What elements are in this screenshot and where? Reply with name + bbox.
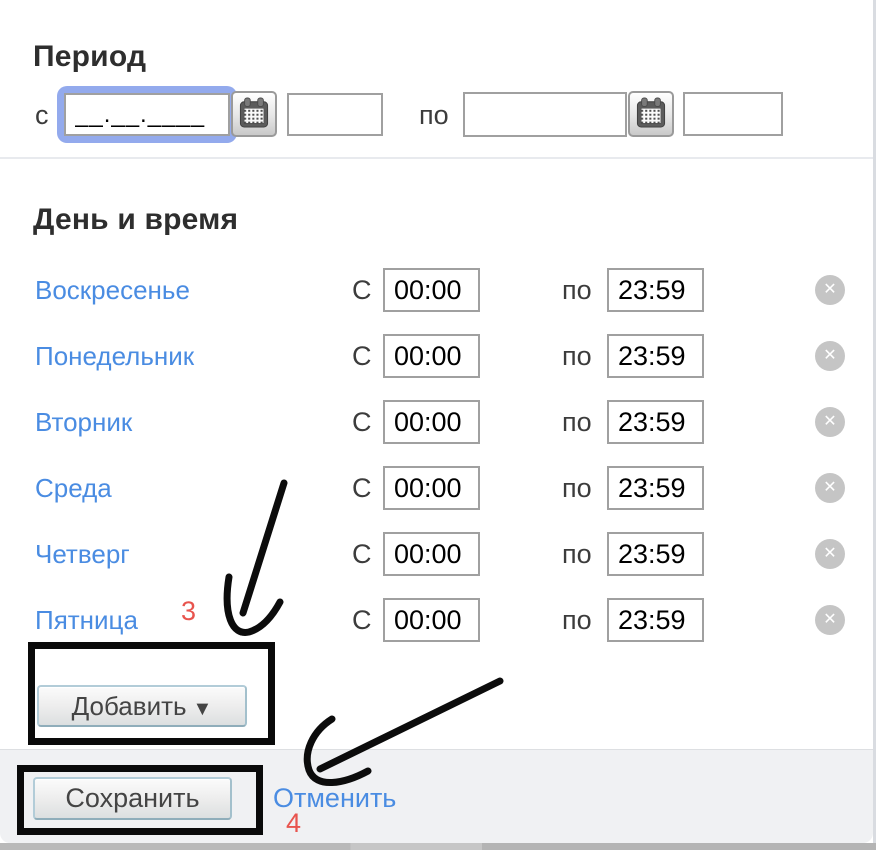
add-button-label: Добавить — [72, 691, 187, 721]
row-to-label: по — [562, 400, 592, 444]
period-section-title: Период — [33, 40, 146, 74]
day-time-from-input[interactable] — [383, 532, 480, 576]
day-row-friday: Пятница С по ✕ — [0, 598, 876, 642]
annotation-step-4: 4 — [286, 808, 301, 839]
day-link[interactable]: Вторник — [35, 400, 132, 444]
day-link[interactable]: Воскресенье — [35, 268, 190, 312]
delete-day-button[interactable]: ✕ — [815, 341, 845, 371]
close-icon: ✕ — [823, 413, 836, 430]
section-divider — [0, 157, 876, 159]
day-time-from-input[interactable] — [383, 334, 480, 378]
row-from-label: С — [352, 598, 372, 642]
calendar-icon — [239, 97, 269, 132]
day-row-monday: Понедельник С по ✕ — [0, 334, 876, 378]
row-to-label: по — [562, 334, 592, 378]
day-time-to-input[interactable] — [607, 532, 704, 576]
row-from-label: С — [352, 400, 372, 444]
save-button[interactable]: Сохранить — [33, 777, 232, 820]
delete-day-button[interactable]: ✕ — [815, 275, 845, 305]
row-to-label: по — [562, 268, 592, 312]
day-link[interactable]: Пятница — [35, 598, 138, 642]
day-time-from-input[interactable] — [383, 466, 480, 510]
close-icon: ✕ — [823, 479, 836, 496]
caret-down-icon: ▼ — [193, 698, 213, 720]
row-to-label: по — [562, 466, 592, 510]
close-icon: ✕ — [823, 545, 836, 562]
period-to-label: по — [419, 100, 449, 131]
close-icon: ✕ — [823, 281, 836, 298]
row-from-label: С — [352, 334, 372, 378]
row-from-label: С — [352, 268, 372, 312]
day-time-from-input[interactable] — [383, 598, 480, 642]
period-from-label: с — [35, 100, 49, 131]
row-to-label: по — [562, 598, 592, 642]
delete-day-button[interactable]: ✕ — [815, 407, 845, 437]
annotation-step-3: 3 — [181, 596, 196, 627]
day-row-sunday: Воскресенье С по ✕ — [0, 268, 876, 312]
schedule-settings-panel: Период с по — [0, 0, 876, 850]
day-time-to-input[interactable] — [607, 598, 704, 642]
date-from-calendar-button[interactable] — [231, 91, 277, 137]
day-row-thursday: Четверг С по ✕ — [0, 532, 876, 576]
close-icon: ✕ — [823, 347, 836, 364]
day-time-section-title: День и время — [33, 203, 238, 237]
date-from-input[interactable] — [64, 93, 230, 136]
day-row-wednesday: Среда С по ✕ — [0, 466, 876, 510]
delete-day-button[interactable]: ✕ — [815, 473, 845, 503]
date-to-calendar-button[interactable] — [628, 91, 674, 137]
row-to-label: по — [562, 532, 592, 576]
day-time-to-input[interactable] — [607, 334, 704, 378]
time-from-input[interactable] — [287, 93, 383, 136]
day-link[interactable]: Четверг — [35, 532, 130, 576]
delete-day-button[interactable]: ✕ — [815, 605, 845, 635]
day-time-to-input[interactable] — [607, 466, 704, 510]
row-from-label: С — [352, 466, 372, 510]
close-icon: ✕ — [823, 611, 836, 628]
date-from-focus-ring — [57, 86, 237, 143]
day-row-tuesday: Вторник С по ✕ — [0, 400, 876, 444]
date-to-input[interactable] — [463, 92, 627, 137]
time-to-input[interactable] — [683, 92, 783, 136]
calendar-icon — [636, 97, 666, 132]
panel-bottom-edge — [0, 843, 876, 850]
day-link[interactable]: Среда — [35, 466, 112, 510]
delete-day-button[interactable]: ✕ — [815, 539, 845, 569]
add-button[interactable]: Добавить ▼ — [37, 685, 247, 727]
row-from-label: С — [352, 532, 372, 576]
day-time-from-input[interactable] — [383, 268, 480, 312]
day-link[interactable]: Понедельник — [35, 334, 194, 378]
day-time-from-input[interactable] — [383, 400, 480, 444]
day-time-to-input[interactable] — [607, 268, 704, 312]
day-time-to-input[interactable] — [607, 400, 704, 444]
